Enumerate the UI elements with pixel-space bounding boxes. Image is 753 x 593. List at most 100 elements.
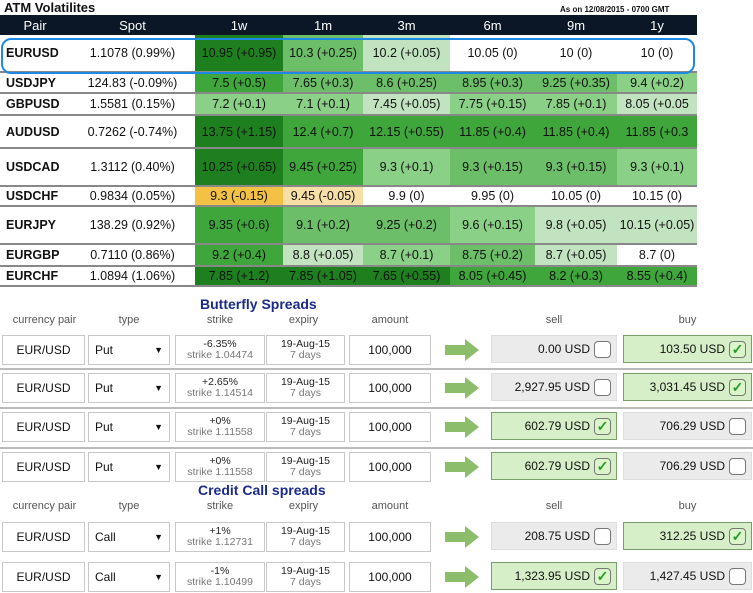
buy-price-button[interactable]: 103.50 USD ✓ [623, 335, 752, 363]
column-header-1w: 1w [195, 15, 283, 35]
currency-pair-field[interactable]: EUR/USD [2, 373, 85, 403]
expiry-field[interactable]: 19-Aug-15 7 days [266, 335, 345, 365]
strike-field[interactable]: +2.65% strike 1.14514 [175, 373, 265, 403]
expiry-field[interactable]: 19-Aug-15 7 days [266, 412, 345, 442]
vol-cell: 7.2 (+0.1) [195, 93, 283, 116]
table-row[interactable]: EURGBP 0.7110 (0.86%) 9.2 (+0.4) 8.8 (+0.05… [0, 244, 697, 267]
type-select[interactable]: Put ▼ [88, 335, 170, 365]
sell-price-button[interactable]: 1,323.95 USD ✓ [491, 562, 617, 590]
vol-cell: 9.25 (+0.2) [363, 206, 450, 245]
sell-price-button[interactable]: 602.79 USD ✓ [491, 412, 617, 440]
vol-cell: 9.45 (+0.25) [283, 148, 363, 187]
amount-field[interactable]: 100,000 [349, 373, 431, 403]
checked-checkbox-icon[interactable]: ✓ [594, 457, 611, 475]
checkbox-icon[interactable] [729, 457, 746, 475]
checkbox-icon[interactable] [594, 378, 611, 396]
currency-pair-field[interactable]: EUR/USD [2, 452, 85, 482]
expiry-field[interactable]: 19-Aug-15 7 days [266, 452, 345, 482]
currency-pair-field[interactable]: EUR/USD [2, 522, 85, 552]
amount-field[interactable]: 100,000 [349, 452, 431, 482]
checked-checkbox-icon[interactable]: ✓ [594, 567, 611, 585]
checked-checkbox-icon[interactable]: ✓ [729, 378, 746, 396]
amount-field[interactable]: 100,000 [349, 562, 431, 592]
column-header-sell: sell [545, 314, 563, 326]
expiry-field[interactable]: 19-Aug-15 7 days [266, 562, 345, 592]
sell-price-button[interactable]: 0.00 USD [491, 335, 617, 363]
type-select[interactable]: Call ▼ [88, 562, 170, 592]
buy-price-button[interactable]: 312.25 USD ✓ [623, 522, 752, 550]
vol-cell: 7.75 (+0.15) [450, 93, 535, 116]
amount-field[interactable]: 100,000 [349, 412, 431, 442]
sell-price-button[interactable]: 208.75 USD [491, 522, 617, 550]
currency-pair-field[interactable]: EUR/USD [2, 412, 85, 442]
amount-field[interactable]: 100,000 [349, 522, 431, 552]
column-header-3m: 3m [363, 15, 450, 35]
column-header-buy: buy [678, 500, 697, 512]
vol-cell: 9.3 (+0.15) [450, 148, 535, 187]
amount-field[interactable]: 100,000 [349, 335, 431, 365]
vol-cell: 8.7 (0) [617, 244, 697, 267]
expiry-days: 7 days [290, 536, 321, 548]
strike-field[interactable]: +1% strike 1.12731 [175, 522, 265, 552]
buy-price-button[interactable]: 3,031.45 USD ✓ [623, 373, 752, 401]
vol-cell: 8.75 (+0.2) [450, 244, 535, 267]
expiry-field[interactable]: 19-Aug-15 7 days [266, 522, 345, 552]
spot-cell: 1.5581 (0.15%) [70, 93, 195, 116]
column-header-amount: amount [371, 314, 409, 326]
type-select[interactable]: Put ▼ [88, 373, 170, 403]
buy-price-button[interactable]: 1,427.45 USD [623, 562, 752, 590]
section-title: Credit Call spreads [198, 482, 326, 498]
currency-pair-field[interactable]: EUR/USD [2, 562, 85, 592]
checked-checkbox-icon[interactable]: ✓ [729, 340, 746, 358]
vol-cell: 7.1 (+0.1) [283, 93, 363, 116]
strike-field[interactable]: +0% strike 1.11558 [175, 452, 265, 482]
vol-cell: 8.05 (+0.45) [450, 266, 535, 287]
pair-cell: EURGBP [0, 244, 70, 267]
checkbox-icon[interactable] [729, 567, 746, 585]
buy-price: 3,031.45 USD [649, 380, 725, 394]
expiry-field[interactable]: 19-Aug-15 7 days [266, 373, 345, 403]
checked-checkbox-icon[interactable]: ✓ [729, 527, 746, 545]
column-header-1m: 1m [283, 15, 363, 35]
atm-volatilities-title: ATM Volatilites [4, 0, 96, 15]
type-select[interactable]: Put ▼ [88, 452, 170, 482]
type-select[interactable]: Call ▼ [88, 522, 170, 552]
checkbox-icon[interactable] [594, 527, 611, 545]
sell-price-button[interactable]: 2,927.95 USD [491, 373, 617, 401]
vol-cell: 7.65 (+0.3) [283, 72, 363, 94]
row-divider [0, 368, 753, 370]
table-row[interactable]: GBPUSD 1.5581 (0.15%) 7.2 (+0.1) 7.1 (+0.1)… [0, 93, 697, 116]
table-row[interactable]: USDJPY 124.83 (-0.09%) 7.5 (+0.5) 7.65 (+0.… [0, 72, 697, 94]
vol-cell: 8.2 (+0.3) [535, 266, 617, 287]
strike-field[interactable]: -6.35% strike 1.04474 [175, 335, 265, 365]
table-row[interactable]: AUDUSD 0.7262 (-0.74%) 13.75 (+1.15) 12.4 (… [0, 115, 697, 149]
strike-field[interactable]: -1% strike 1.10499 [175, 562, 265, 592]
table-row[interactable]: USDCAD 1.3112 (0.40%) 10.25 (+0.65) 9.45 (+… [0, 148, 697, 187]
checkbox-icon[interactable] [729, 417, 746, 435]
buy-price: 706.29 USD [659, 419, 725, 433]
strike-field[interactable]: +0% strike 1.11558 [175, 412, 265, 442]
table-row[interactable]: EURJPY 138.29 (0.92%) 9.35 (+0.6) 9.1 (+0.2… [0, 206, 697, 245]
strike-value: strike 1.10499 [187, 576, 253, 588]
table-row[interactable]: USDCHF 0.9834 (0.05%) 9.3 (-0.15) 9.45 (-0.… [0, 186, 697, 207]
table-row[interactable]: EURCHF 1.0894 (1.06%) 7.85 (+1.2) 7.85 (+1.… [0, 266, 697, 287]
buy-price-button[interactable]: 706.29 USD [623, 412, 752, 440]
currency-pair-field[interactable]: EUR/USD [2, 335, 85, 365]
dropdown-arrow-icon: ▼ [154, 572, 163, 582]
column-header-sell: sell [545, 500, 563, 512]
type-value: Call [95, 530, 116, 544]
dropdown-arrow-icon: ▼ [154, 383, 163, 393]
pair-cell: USDCAD [0, 148, 70, 187]
sell-price-button[interactable]: 602.79 USD ✓ [491, 452, 617, 480]
buy-price: 1,427.45 USD [649, 569, 725, 583]
strike-value: strike 1.14514 [187, 387, 253, 399]
buy-price-button[interactable]: 706.29 USD [623, 452, 752, 480]
checked-checkbox-icon[interactable]: ✓ [594, 417, 611, 435]
checkbox-icon[interactable] [594, 340, 611, 358]
vol-cell: 8.8 (+0.05) [283, 244, 363, 267]
buy-price: 706.29 USD [659, 459, 725, 473]
type-value: Call [95, 570, 116, 584]
type-select[interactable]: Put ▼ [88, 412, 170, 442]
as-of-timestamp: As on 12/08/2015 - 0700 GMT [560, 5, 670, 14]
vol-cell: 7.65 (+0.55) [363, 266, 450, 287]
